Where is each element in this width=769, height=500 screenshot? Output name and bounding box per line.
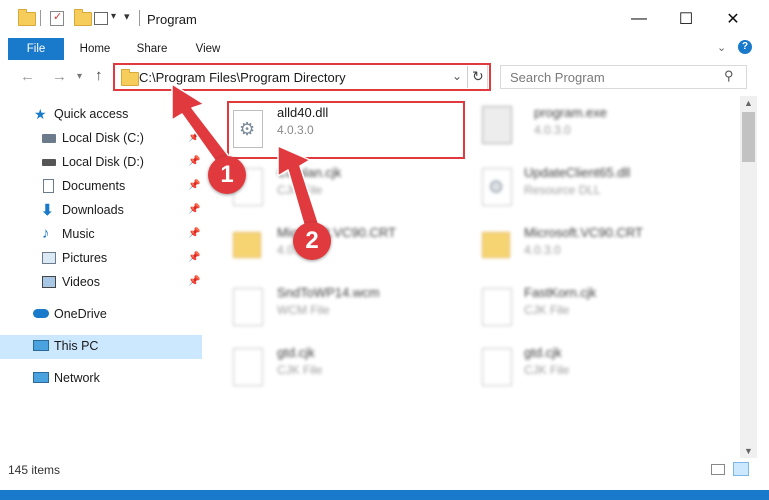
step-badge-1: 1 [208,156,246,194]
arrow-2 [277,145,321,233]
annotation-arrows [171,83,321,233]
step-badge-2: 2 [293,222,331,260]
explorer-window: ✓ ▾ ▾ Program — ☐ ✕ File Home Share View… [0,0,769,490]
